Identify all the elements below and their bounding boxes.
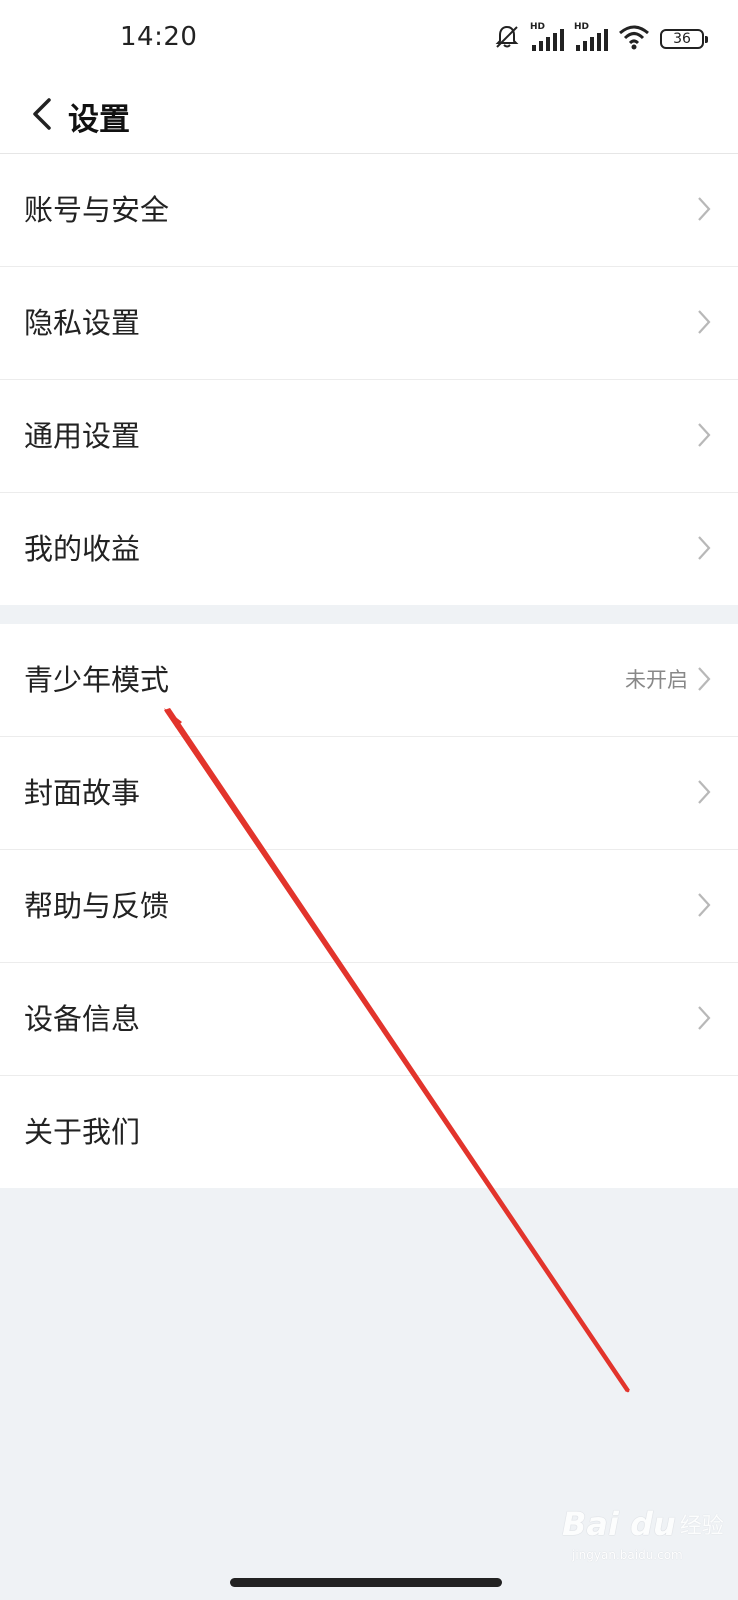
home-indicator[interactable] — [230, 1578, 502, 1587]
settings-item-about-us[interactable]: 关于我们 — [0, 1076, 738, 1188]
settings-item-account-security[interactable]: 账号与安全 — [0, 154, 738, 267]
signal-icon: HD — [574, 22, 608, 53]
chevron-right-icon — [698, 310, 711, 334]
chevron-right-icon — [698, 197, 711, 221]
settings-item-device-info[interactable]: 设备信息 — [0, 963, 738, 1076]
wifi-icon — [618, 24, 650, 54]
watermark-text: 经验 — [679, 1514, 724, 1539]
settings-item-label: 我的收益 — [24, 532, 141, 566]
teen-mode-status: 未开启 — [625, 668, 688, 692]
settings-item-privacy[interactable]: 隐私设置 — [0, 267, 738, 380]
settings-item-label: 通用设置 — [24, 419, 141, 453]
signal-icon: HD — [530, 22, 564, 53]
settings-item-help-feedback[interactable]: 帮助与反馈 — [0, 850, 738, 963]
header: 设置 — [0, 80, 738, 154]
chevron-right-icon — [698, 1006, 711, 1030]
settings-group-1: 账号与安全 隐私设置 通用设置 我的收益 — [0, 154, 738, 605]
chevron-right-icon — [698, 423, 711, 447]
settings-item-label: 设备信息 — [24, 1002, 141, 1036]
baidu-logo: Bai du — [562, 1505, 676, 1543]
status-bar: 14:20 HD HD 36 — [0, 0, 738, 80]
chevron-left-icon — [33, 98, 51, 130]
settings-item-earnings[interactable]: 我的收益 — [0, 493, 738, 605]
battery-icon: 36 — [660, 29, 708, 49]
baidu-watermark: Bai du 经验 — [562, 1505, 724, 1543]
chevron-right-icon — [698, 667, 711, 691]
bell-off-icon — [494, 24, 520, 54]
settings-item-label: 帮助与反馈 — [24, 889, 170, 923]
settings-item-label: 账号与安全 — [24, 193, 170, 227]
chevron-right-icon — [698, 893, 711, 917]
battery-level: 36 — [673, 31, 691, 47]
settings-item-label: 封面故事 — [24, 776, 141, 810]
settings-item-label: 隐私设置 — [24, 306, 141, 340]
status-time: 14:20 — [120, 22, 198, 52]
settings-item-label: 关于我们 — [24, 1115, 141, 1149]
settings-group-2: 青少年模式 未开启 封面故事 帮助与反馈 设备信息 关于我们 — [0, 624, 738, 1188]
settings-item-general[interactable]: 通用设置 — [0, 380, 738, 493]
status-icons: HD HD 36 — [494, 22, 708, 54]
page-title: 设置 — [68, 102, 130, 138]
watermark-url: jingyan.baidu.com — [572, 1548, 683, 1562]
back-button[interactable] — [22, 90, 62, 138]
chevron-right-icon — [698, 780, 711, 804]
settings-item-label: 青少年模式 — [24, 663, 170, 697]
settings-item-teen-mode[interactable]: 青少年模式 未开启 — [0, 624, 738, 737]
settings-item-cover-story[interactable]: 封面故事 — [0, 737, 738, 850]
chevron-right-icon — [698, 536, 711, 560]
